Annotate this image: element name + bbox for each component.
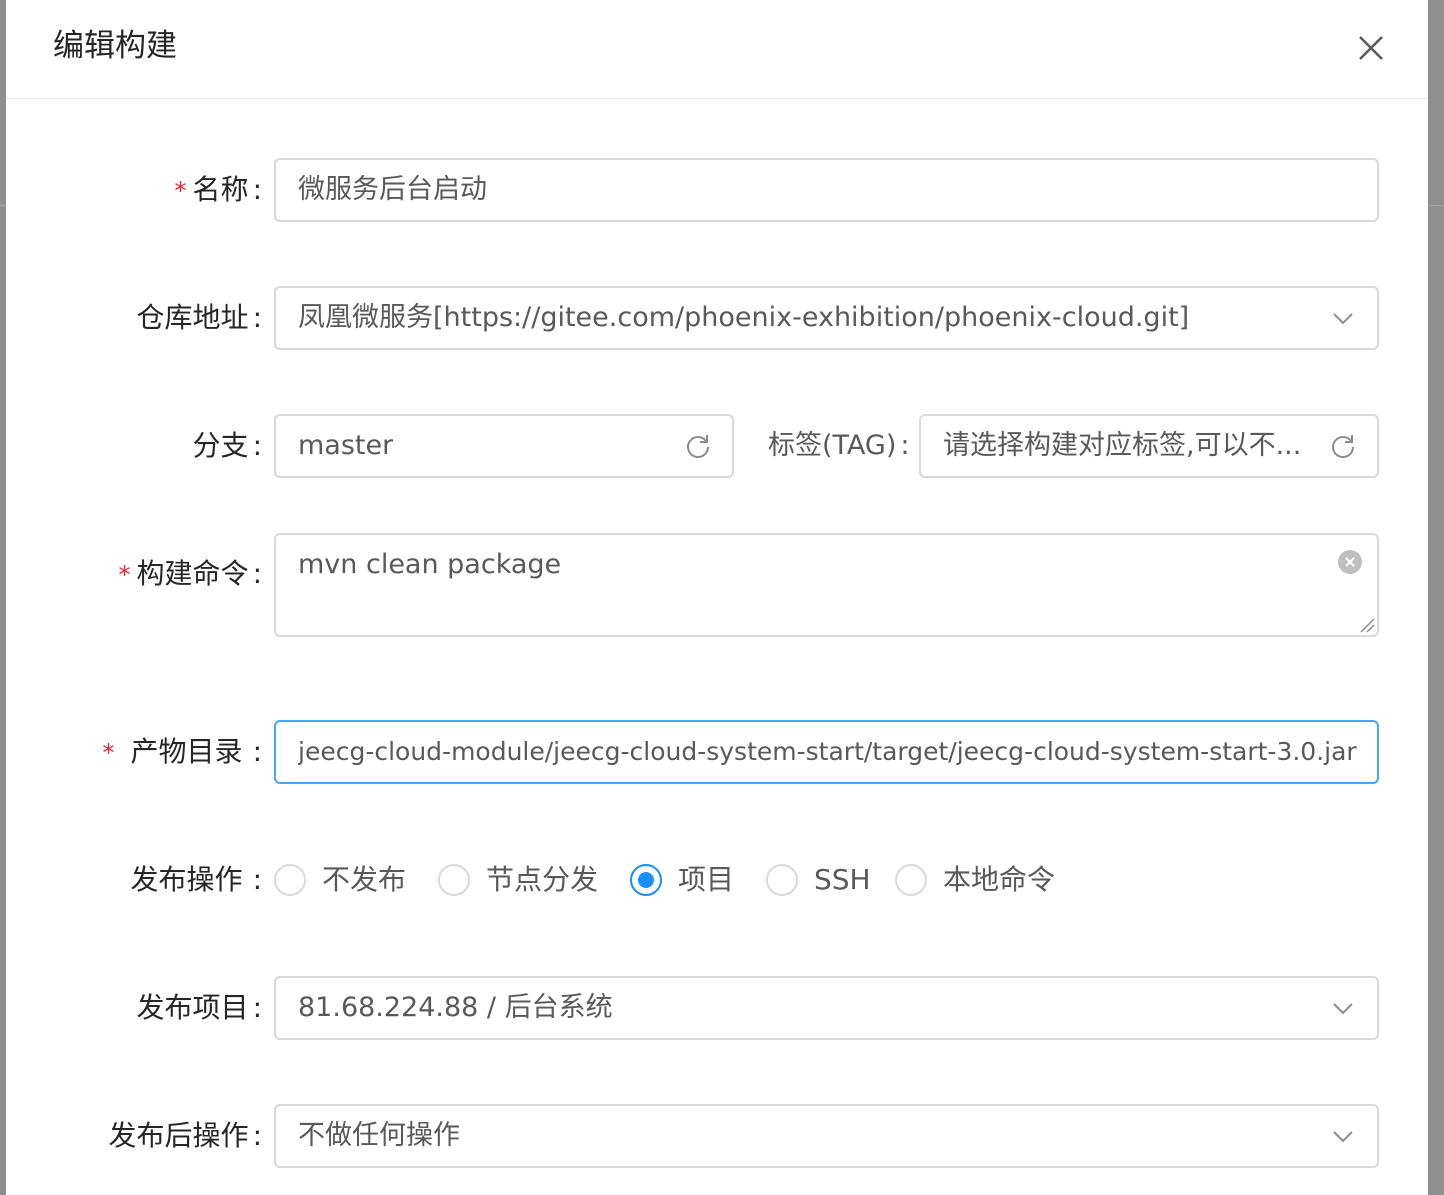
branch-select-value: master: [298, 430, 394, 461]
close-button[interactable]: [1351, 28, 1391, 68]
post-publish-action-select[interactable]: 不做任何操作: [274, 1104, 1379, 1168]
clear-icon[interactable]: [1337, 549, 1363, 575]
name-input[interactable]: 微服务后台启动: [274, 158, 1379, 222]
radio-circle[interactable]: [895, 864, 927, 896]
edit-build-modal: 编辑构建 * 名称: 微服务后台启动 仓库地址: 凤凰微服务[https://gi…: [6, 0, 1428, 1195]
tag-label: 标签(TAG):: [768, 430, 910, 461]
radio-circle[interactable]: [438, 864, 470, 896]
reload-icon[interactable]: [1329, 432, 1357, 460]
repository-label: 仓库地址:: [136, 301, 262, 334]
resize-handle-icon[interactable]: [1357, 615, 1375, 633]
repository-select-value: 凤凰微服务[https://gitee.com/phoenix-exhibiti…: [298, 302, 1190, 333]
modal-title: 编辑构建: [53, 28, 177, 64]
artifact-dir-label: * 产物目录:: [102, 735, 262, 768]
radio-circle[interactable]: [766, 864, 798, 896]
branch-select[interactable]: master: [274, 414, 734, 478]
chevron-down-icon: [1333, 1003, 1353, 1015]
chevron-down-icon: [1333, 1131, 1353, 1143]
artifact-dir-value: jeecg-cloud-module/jeecg-cloud-system-st…: [298, 737, 1357, 766]
branch-label: 分支:: [192, 429, 262, 462]
tag-select[interactable]: 请选择构建对应标签,可以不...: [919, 414, 1379, 478]
close-icon: [1359, 36, 1383, 60]
name-label: * 名称:: [174, 173, 262, 206]
build-command-label: * 构建命令:: [118, 557, 262, 590]
publish-project-label: 发布项目:: [136, 991, 262, 1024]
modal-header: 编辑构建: [6, 0, 1428, 99]
radio-circle[interactable]: [274, 864, 306, 896]
name-input-value: 微服务后台启动: [298, 174, 487, 205]
build-command-value: mvn clean package: [298, 549, 562, 580]
repository-select[interactable]: 凤凰微服务[https://gitee.com/phoenix-exhibiti…: [274, 286, 1379, 350]
radio-circle-checked[interactable]: [630, 864, 662, 896]
reload-icon[interactable]: [684, 432, 712, 460]
post-publish-action-label: 发布后操作:: [108, 1119, 262, 1152]
backdrop-divider-right: [1428, 205, 1444, 206]
publish-project-value: 81.68.224.88 / 后台系统: [298, 992, 613, 1023]
tag-select-placeholder: 请选择构建对应标签,可以不...: [943, 430, 1302, 461]
post-publish-action-value: 不做任何操作: [298, 1120, 460, 1151]
artifact-dir-input[interactable]: jeecg-cloud-module/jeecg-cloud-system-st…: [274, 720, 1379, 784]
chevron-down-icon: [1333, 313, 1353, 325]
publish-project-select[interactable]: 81.68.224.88 / 后台系统: [274, 976, 1379, 1040]
publish-action-label: 发布操作:: [130, 863, 262, 896]
build-command-textarea[interactable]: mvn clean package: [274, 533, 1379, 637]
